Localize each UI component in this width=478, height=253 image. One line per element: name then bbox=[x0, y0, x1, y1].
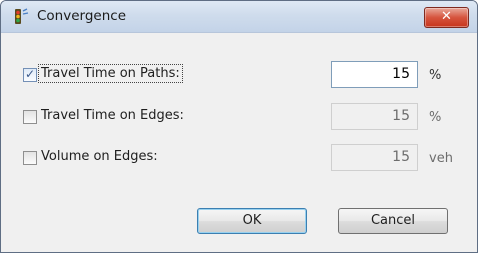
traffic-light-icon bbox=[12, 8, 30, 25]
travel-time-edges-input: 15 bbox=[331, 103, 418, 130]
ok-button[interactable]: OK bbox=[197, 208, 307, 234]
volume-edges-unit: veh bbox=[429, 151, 453, 166]
dialog-body: ✓ Travel Time on Paths: 15 % Travel Time… bbox=[1, 33, 477, 252]
checkmark-icon: ✓ bbox=[24, 67, 36, 81]
travel-time-edges-label[interactable]: Travel Time on Edges: bbox=[41, 108, 184, 123]
travel-time-paths-checkbox[interactable]: ✓ bbox=[23, 67, 37, 82]
volume-edges-label[interactable]: Volume on Edges: bbox=[41, 149, 158, 164]
volume-edges-input: 15 bbox=[331, 144, 418, 171]
travel-time-edges-checkbox[interactable] bbox=[23, 110, 37, 124]
travel-time-paths-label[interactable]: Travel Time on Paths: bbox=[38, 64, 183, 83]
close-button[interactable]: ✕ bbox=[424, 7, 469, 28]
volume-edges-checkbox[interactable] bbox=[23, 151, 37, 165]
travel-time-paths-input[interactable]: 15 bbox=[331, 61, 418, 88]
title-bar[interactable]: Convergence ✕ bbox=[1, 1, 477, 33]
row-travel-time-paths: ✓ Travel Time on Paths: 15 % bbox=[1, 61, 477, 89]
travel-time-paths-unit: % bbox=[429, 68, 442, 83]
window-title: Convergence bbox=[37, 8, 127, 24]
travel-time-edges-unit: % bbox=[429, 110, 442, 125]
close-icon: ✕ bbox=[441, 9, 452, 24]
convergence-dialog: Convergence ✕ ✓ Travel Time on Paths: 15… bbox=[0, 0, 478, 253]
cancel-button[interactable]: Cancel bbox=[338, 208, 448, 234]
row-travel-time-edges: Travel Time on Edges: 15 % bbox=[1, 103, 477, 131]
row-volume-edges: Volume on Edges: 15 veh bbox=[1, 144, 477, 172]
